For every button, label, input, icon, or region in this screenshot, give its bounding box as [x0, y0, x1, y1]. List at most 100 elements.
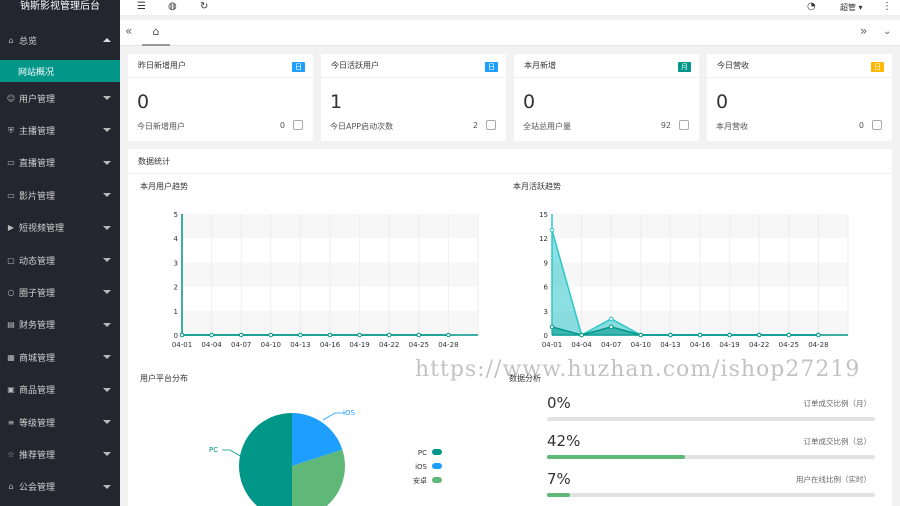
data-point[interactable]: [386, 332, 392, 338]
data-point[interactable]: [756, 332, 762, 338]
sidebar-item-8[interactable]: ▤ 财务管理: [0, 309, 120, 341]
data-point[interactable]: [446, 332, 451, 338]
x-tick-label: 04-28: [438, 341, 458, 349]
data-point[interactable]: [697, 332, 703, 338]
theme-icon[interactable]: ◔: [807, 1, 816, 12]
y-tick-label: 0: [544, 332, 548, 340]
data-point[interactable]: [209, 332, 214, 338]
sidebar-item-4[interactable]: ▭ 影片管理: [0, 179, 120, 211]
x-tick-label: 04-04: [571, 341, 592, 349]
tab-bar: « ⌂ » ⌄: [120, 20, 900, 46]
analysis-row: 0% 订单成交比例（月）: [547, 394, 875, 421]
sidebar-item-label: 商品管理: [19, 386, 56, 397]
data-point[interactable]: [549, 227, 555, 233]
sidebar-item-label: 推荐管理: [19, 450, 56, 461]
x-tick-label: 04-04: [201, 341, 222, 349]
card-value: 0: [137, 91, 150, 113]
card-badge: 日: [292, 62, 305, 72]
sidebar-item-11[interactable]: ≡ 等级管理: [0, 406, 120, 438]
card-count: 92: [660, 121, 671, 130]
sidebar-item-label: 商城管理: [19, 353, 56, 364]
top-bar: ☰ ◍ ↻ ◔ 超管 ▾ ⋮: [120, 0, 900, 16]
data-point[interactable]: [816, 332, 821, 338]
shield-icon: ⛨: [8, 125, 14, 135]
x-tick-label: 04-22: [379, 341, 399, 349]
tab-scroll-left-icon[interactable]: «: [125, 24, 132, 38]
data-point[interactable]: [298, 332, 303, 338]
progress-fill: [547, 455, 685, 459]
more-icon[interactable]: ⋮: [882, 1, 892, 12]
sidebar-item-label: 主播管理: [19, 127, 56, 138]
data-point[interactable]: [727, 332, 732, 338]
tab-home[interactable]: ⌂: [142, 20, 170, 46]
x-tick-label: 04-01: [172, 341, 192, 349]
data-point[interactable]: [357, 332, 362, 338]
pie-slice[interactable]: [239, 413, 292, 506]
menu-toggle-icon[interactable]: ☰: [137, 1, 146, 12]
x-tick-label: 04-28: [808, 341, 828, 349]
data-point[interactable]: [327, 332, 333, 338]
x-tick-label: 04-19: [349, 341, 369, 349]
data-point[interactable]: [608, 316, 614, 322]
stat-card: 昨日新增用户日 0 今日新增用户 0: [128, 54, 313, 141]
legend-label: PC: [418, 449, 427, 457]
sidebar-item-label: 公会管理: [19, 483, 56, 494]
sidebar-item-9[interactable]: ▦ 商城管理: [0, 341, 120, 373]
home-icon: ⌂: [8, 35, 14, 45]
chevron-down-icon: [103, 96, 111, 100]
data-point[interactable]: [238, 332, 244, 338]
sidebar-subitem-overview[interactable]: 网站概况: [0, 60, 120, 82]
stat-card: 今日营收日 0 本月营收 0: [707, 54, 892, 141]
data-point[interactable]: [638, 332, 644, 338]
user-menu[interactable]: 超管 ▾: [840, 2, 863, 13]
y-tick-label: 15: [539, 211, 548, 219]
guild-icon: ⌂: [8, 482, 14, 492]
legend-swatch[interactable]: [432, 477, 442, 483]
data-point[interactable]: [668, 332, 673, 338]
sidebar-item-12[interactable]: ☆ 推荐管理: [0, 438, 120, 470]
legend-swatch[interactable]: [432, 449, 442, 455]
watermark-text: https://www.huzhan.com/ishop27219: [415, 357, 861, 382]
sidebar-item-6[interactable]: ▢ 动态管理: [0, 244, 120, 276]
data-point[interactable]: [549, 324, 555, 330]
data-point[interactable]: [179, 332, 185, 338]
x-tick-label: 04-10: [631, 341, 651, 349]
data-point[interactable]: [268, 332, 274, 338]
sidebar-item-0[interactable]: ⌂ 总览: [0, 20, 120, 60]
card-badge: 日: [485, 62, 498, 72]
y-tick-label: 6: [544, 284, 549, 292]
x-tick-label: 04-01: [542, 341, 562, 349]
sidebar-item-2[interactable]: ⛨ 主播管理: [0, 114, 120, 146]
sidebar-item-10[interactable]: ▣ 商品管理: [0, 374, 120, 406]
data-point[interactable]: [416, 332, 422, 338]
phone-icon: [486, 120, 496, 130]
data-point[interactable]: [579, 332, 584, 338]
x-tick-label: 04-25: [409, 341, 429, 349]
tab-scroll-right-icon[interactable]: »: [860, 24, 867, 38]
card-count: 2: [472, 121, 478, 130]
chevron-down-icon: [103, 128, 111, 133]
x-tick-label: 04-22: [749, 341, 769, 349]
platform-title: 用户平台分布: [140, 374, 188, 383]
tab-menu-chevron-down-icon[interactable]: ⌄: [883, 26, 891, 37]
refresh-icon[interactable]: ↻: [200, 1, 208, 12]
data-point[interactable]: [786, 332, 792, 338]
play-icon: ▶: [7, 223, 15, 233]
monitor-icon: ▭: [7, 158, 15, 168]
globe-icon[interactable]: ◍: [168, 1, 177, 12]
sidebar-item-label: 短视频管理: [19, 224, 65, 235]
y-tick-label: 0: [174, 332, 178, 340]
sidebar-item-3[interactable]: ▭ 直播管理: [0, 147, 120, 179]
y-tick-label: 3: [174, 259, 178, 267]
sidebar-item-13[interactable]: ⌂ 公会管理: [0, 471, 120, 503]
sidebar-item-label: 等级管理: [19, 418, 56, 429]
sidebar-item-7[interactable]: ○ 圈子管理: [0, 276, 120, 308]
sidebar-item-1[interactable]: ☺ 用户管理: [0, 82, 120, 114]
data-point[interactable]: [608, 324, 614, 330]
sidebar-item-5[interactable]: ▶ 短视频管理: [0, 212, 120, 244]
progress-bar: [547, 455, 875, 459]
sidebar-item-label: 直播管理: [19, 159, 56, 170]
legend-label: iOS: [415, 463, 427, 471]
legend-swatch[interactable]: [432, 463, 442, 469]
callout-line: [322, 412, 345, 421]
